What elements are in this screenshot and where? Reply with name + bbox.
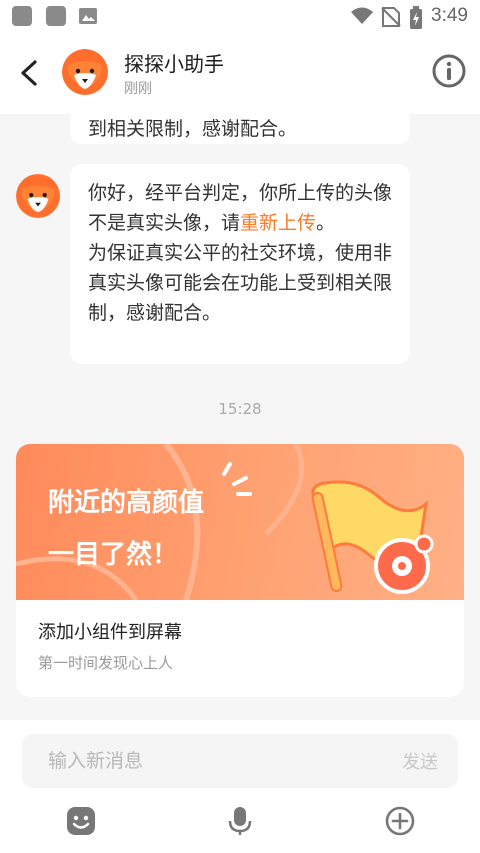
message-text: 到相关限制，感谢配合。 (88, 118, 298, 140)
fox-icon (62, 49, 108, 95)
message-text: 。 (316, 212, 336, 234)
send-button[interactable]: 发送 (402, 748, 438, 774)
message-input[interactable] (22, 734, 362, 788)
promo-banner: 附近的高颜值 一目了然！ (16, 444, 464, 600)
message-avatar[interactable] (16, 174, 60, 218)
message-bubble: 你好，经平台判定，你所上传的头像不是真实头像，请重新上传。 为保证真实公平的社交… (70, 164, 410, 364)
info-icon[interactable] (432, 54, 466, 88)
banner-headline: 一目了然！ (48, 540, 179, 570)
image-icon (79, 8, 97, 24)
notification-icon (46, 6, 66, 26)
message-timestamp: 15:28 (218, 400, 262, 418)
widget-card-title: 添加小组件到屏幕 (38, 622, 182, 643)
microphone-icon[interactable] (225, 806, 255, 836)
widget-promo-card[interactable]: 附近的高颜值 一目了然！ 添加小组件到屏幕 第一时间发现心上人 (16, 444, 464, 697)
notification-icon (12, 6, 32, 26)
battery-charging-icon (410, 6, 422, 29)
last-active-text: 刚刚 (124, 81, 152, 97)
reupload-link[interactable]: 重新上传 (240, 212, 316, 234)
wifi-icon (351, 7, 373, 24)
message-text: 为保证真实公平的社交环境，使用非真实头像可能会在功能上受到相关限制，感谢配合。 (88, 242, 393, 324)
clock: 3:49 (431, 5, 468, 26)
banner-headline: 附近的高颜值 (48, 488, 205, 518)
no-sim-icon (381, 7, 401, 27)
emoji-icon[interactable] (66, 806, 96, 836)
fox-icon (16, 174, 60, 218)
add-icon[interactable] (385, 806, 415, 836)
page-title: 探探小助手 (124, 52, 224, 76)
widget-card-subtitle: 第一时间发现心上人 (38, 654, 174, 672)
flag-camera-icon (311, 480, 434, 594)
status-bar: 3:49 (0, 0, 480, 34)
message-input-box: 发送 (22, 734, 458, 788)
back-icon[interactable] (16, 58, 42, 88)
message-bubble: 到相关限制，感谢配合。 (70, 114, 410, 144)
composer: 发送 (0, 720, 480, 853)
chat-header: 探探小助手 刚刚 (0, 34, 480, 114)
assistant-avatar[interactable] (62, 49, 108, 95)
chat-area[interactable]: 到相关限制，感谢配合。 你好，经平台判定，你所上传的头像不是真实头像，请重新上传… (0, 114, 480, 720)
